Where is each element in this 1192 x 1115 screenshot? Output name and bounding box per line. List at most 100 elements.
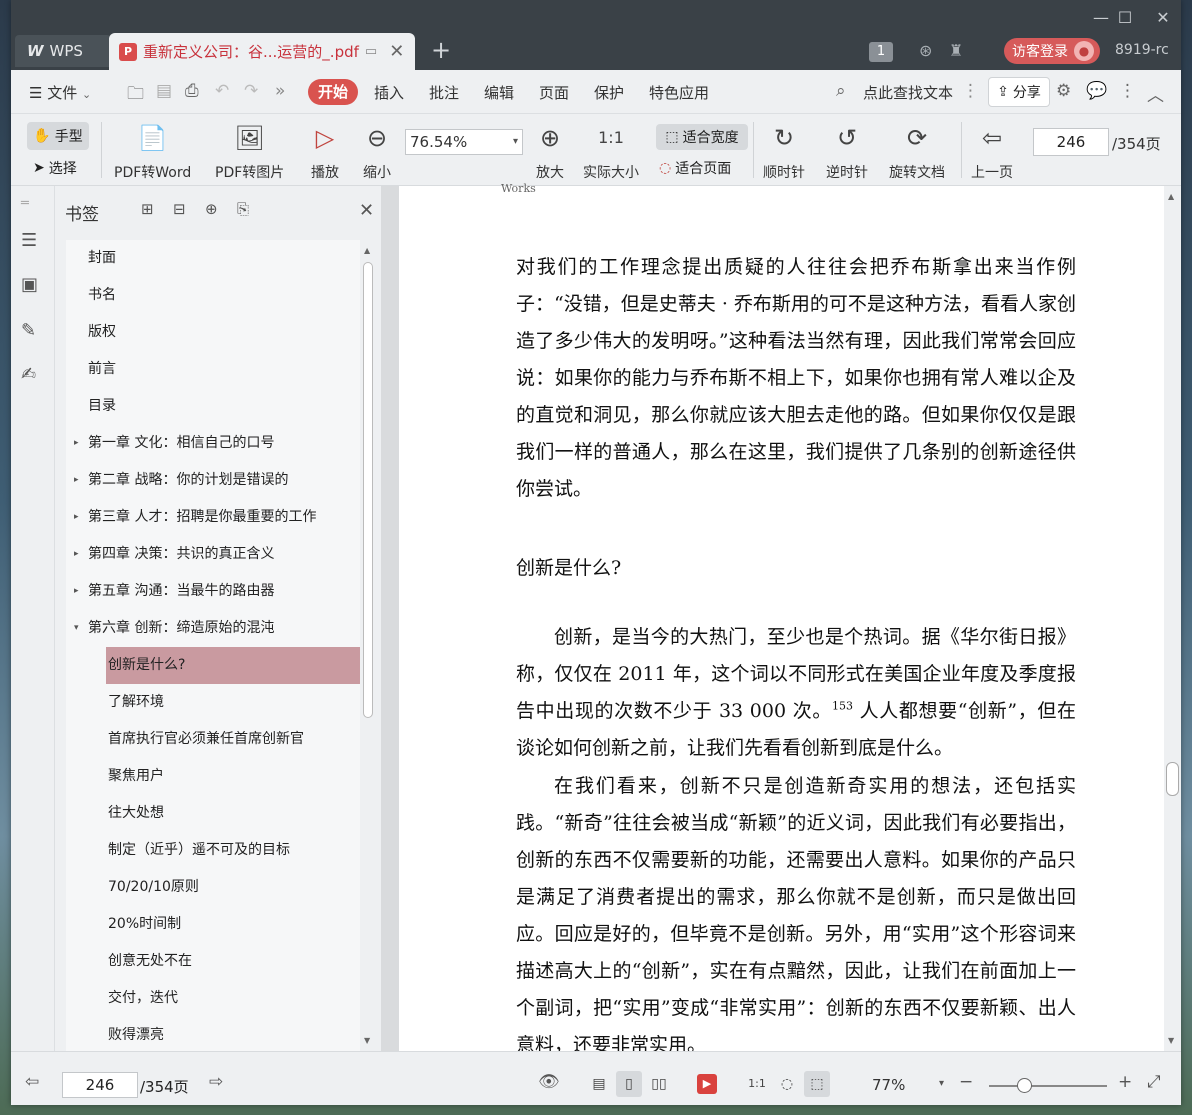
slideshow-icon[interactable]: ▶ bbox=[697, 1074, 717, 1094]
redo-icon[interactable]: ↷ bbox=[244, 81, 258, 101]
bookmark-item[interactable]: 目录 bbox=[66, 388, 360, 425]
document-viewport[interactable]: Works 对我们的工作理念提出质疑的人往往会把乔布斯拿出来当作例子：“没错，但… bbox=[381, 182, 1181, 1056]
zoom-dropdown-icon[interactable]: ▾ bbox=[939, 1078, 944, 1089]
bookmark-item[interactable]: ▸ 第一章 文化：相信自己的口号 bbox=[66, 425, 360, 462]
bookmark-item[interactable]: 败得漂亮 bbox=[66, 1017, 360, 1051]
bookmark-item[interactable]: 封面 bbox=[66, 240, 360, 277]
scroll-down-icon[interactable]: ▼ bbox=[364, 1036, 370, 1045]
shirt-icon[interactable]: ♜ bbox=[949, 41, 963, 60]
select-tool-button[interactable]: ➤ 选择 bbox=[33, 158, 77, 178]
play-button[interactable]: ▷ 播放 bbox=[311, 122, 339, 182]
collapse-all-icon[interactable]: ⊟ bbox=[173, 200, 186, 218]
bookmark-item[interactable]: ▸ 第五章 沟通：当最牛的路由器 bbox=[66, 573, 360, 610]
zoom-plus-icon[interactable]: + bbox=[1118, 1072, 1132, 1092]
collapsed-arrow-icon[interactable]: ▸ bbox=[74, 462, 79, 499]
status-zoom-value[interactable]: 77% bbox=[872, 1076, 905, 1094]
bookmark-item[interactable]: ▾ 第六章 创新：缔造原始的混沌 bbox=[66, 610, 360, 647]
eye-icon[interactable]: 👁 bbox=[538, 1072, 560, 1092]
scroll-up-icon[interactable]: ▲ bbox=[364, 246, 370, 255]
file-menu[interactable]: ☰ 文件 ⌄ bbox=[29, 82, 91, 103]
collapsed-arrow-icon[interactable]: ▸ bbox=[74, 573, 79, 610]
zoom-out-button[interactable]: ⊖ 缩小 bbox=[363, 122, 391, 182]
more-icon[interactable]: » bbox=[275, 81, 285, 101]
tab-edit[interactable]: 编辑 bbox=[484, 82, 514, 103]
bookmark-item[interactable]: 交付，迭代 bbox=[66, 980, 360, 1017]
save-icon[interactable]: ▤ bbox=[156, 81, 172, 101]
bookmark-options-icon[interactable]: ⎘ bbox=[237, 200, 249, 218]
rotate-clockwise-button[interactable]: ↻ 顺时针 bbox=[763, 122, 805, 182]
actual-size-button[interactable]: 1:1 实际大小 bbox=[583, 122, 639, 182]
bookmark-item[interactable]: 书名 bbox=[66, 277, 360, 314]
bookmark-item[interactable]: 了解环境 bbox=[66, 684, 360, 721]
more-vertical-icon[interactable]: ⋮ bbox=[1119, 81, 1136, 101]
collapsed-arrow-icon[interactable]: ▸ bbox=[74, 425, 79, 462]
fit-width-button[interactable]: ⬚ 适合宽度 bbox=[656, 124, 748, 150]
document-scrollbar[interactable]: ▲ ▼ bbox=[1164, 186, 1181, 1051]
bookmark-item[interactable]: 70/20/10原则 bbox=[66, 869, 360, 906]
pdf-to-word-button[interactable]: 📄 PDF转Word bbox=[114, 122, 191, 182]
zoom-select[interactable]: 76.54% ▾ bbox=[405, 129, 523, 155]
new-tab-icon[interactable]: + bbox=[431, 36, 451, 64]
rotate-document-button[interactable]: ⟳ 旋转文档 bbox=[889, 122, 945, 182]
annotation-icon[interactable]: ✎ bbox=[21, 320, 36, 341]
bookmark-item[interactable]: 往大处想 bbox=[66, 795, 360, 832]
tab-count-badge[interactable]: 1 bbox=[869, 42, 893, 62]
tab-comment[interactable]: 批注 bbox=[429, 82, 459, 103]
bookmark-item[interactable]: 版权 bbox=[66, 314, 360, 351]
tab-page[interactable]: 页面 bbox=[539, 82, 569, 103]
status-page-input[interactable]: 246 bbox=[62, 1072, 138, 1098]
add-bookmark-icon[interactable]: ⊕ bbox=[205, 200, 218, 218]
bookmark-item[interactable]: ▸ 第二章 战略：你的计划是错误的 bbox=[66, 462, 360, 499]
scroll-up-icon[interactable]: ▲ bbox=[1168, 192, 1174, 201]
tab-document[interactable]: P 重新定义公司：谷...运营的_.pdf ▭ ✕ bbox=[109, 33, 415, 70]
zoom-slider[interactable] bbox=[989, 1078, 1107, 1093]
tab-features[interactable]: 特色应用 bbox=[649, 82, 709, 103]
tab-wps-home[interactable]: W WPS bbox=[15, 35, 111, 67]
vertical-dots-icon[interactable]: ⋮ bbox=[962, 81, 979, 101]
tab-close-icon[interactable]: ✕ bbox=[389, 41, 404, 62]
fit-page-status-icon[interactable]: ◌ bbox=[774, 1071, 800, 1097]
bookmark-item[interactable]: 20%时间制 bbox=[66, 906, 360, 943]
hand-tool-button[interactable]: ✋ 手型 bbox=[27, 122, 89, 150]
next-page-arrow-icon[interactable]: ⇨ bbox=[209, 1072, 223, 1092]
single-page-icon[interactable]: ▯ bbox=[616, 1071, 642, 1097]
close-panel-icon[interactable]: ✕ bbox=[359, 200, 374, 221]
bookmark-item[interactable]: 聚焦用户 bbox=[66, 758, 360, 795]
monitor-icon[interactable]: ▭ bbox=[365, 44, 377, 59]
collapse-ribbon-icon[interactable]: ︿ bbox=[1147, 81, 1164, 106]
fit-page-button[interactable]: ◌ 适合页面 bbox=[659, 158, 731, 178]
fullscreen-icon[interactable]: ⤢ bbox=[1147, 1072, 1161, 1092]
bookmark-item[interactable]: 首席执行官必须兼任首席创新官 bbox=[66, 721, 360, 758]
zoom-slider-knob[interactable] bbox=[1017, 1078, 1032, 1093]
continuous-view-icon[interactable]: ▤ bbox=[586, 1071, 612, 1097]
maximize-icon[interactable]: ☐ bbox=[1111, 8, 1139, 32]
collapsed-arrow-icon[interactable]: ▸ bbox=[74, 499, 79, 536]
prev-page-arrow-icon[interactable]: ⇦ bbox=[25, 1072, 39, 1092]
zoom-in-button[interactable]: ⊕ 放大 bbox=[536, 122, 564, 182]
leaf-icon[interactable]: ⊛ bbox=[919, 41, 932, 60]
close-icon[interactable]: ✕ bbox=[1149, 8, 1177, 32]
thumbnail-icon[interactable]: ▣ bbox=[21, 274, 38, 295]
pdf-to-image-button[interactable]: 🖼 PDF转图片 bbox=[215, 122, 284, 182]
guest-login-button[interactable]: 访客登录 ● bbox=[1004, 38, 1100, 64]
bookmark-item[interactable]: 创意无处不在 bbox=[66, 943, 360, 980]
expanded-arrow-icon[interactable]: ▾ bbox=[74, 610, 79, 647]
two-page-icon[interactable]: ▯▯ bbox=[646, 1071, 672, 1097]
search-icon[interactable]: ⌕ bbox=[836, 81, 846, 101]
tab-protect[interactable]: 保护 bbox=[594, 82, 624, 103]
tab-insert[interactable]: 插入 bbox=[374, 82, 404, 103]
bookmark-item[interactable]: ▸ 第四章 决策：共识的真正含义 bbox=[66, 536, 360, 573]
actual-size-status-icon[interactable]: 1:1 bbox=[744, 1071, 770, 1097]
bookmark-item[interactable]: 创新是什么? bbox=[66, 647, 360, 684]
signature-icon[interactable]: ✍ bbox=[21, 364, 36, 385]
expand-all-icon[interactable]: ⊞ bbox=[141, 200, 154, 218]
bookmark-item[interactable]: 前言 bbox=[66, 351, 360, 388]
comment-icon[interactable]: 💬 bbox=[1086, 81, 1107, 101]
print-icon[interactable]: ⎙ bbox=[185, 81, 199, 101]
open-folder-icon[interactable]: 🗀 bbox=[127, 81, 144, 110]
bookmark-list-icon[interactable]: ☰ bbox=[21, 230, 37, 251]
document-scroll-thumb[interactable] bbox=[1166, 762, 1179, 796]
gear-icon[interactable]: ⚙ bbox=[1056, 81, 1071, 101]
find-text-button[interactable]: 点此查找文本 bbox=[863, 82, 953, 103]
zoom-minus-icon[interactable]: − bbox=[959, 1072, 973, 1092]
